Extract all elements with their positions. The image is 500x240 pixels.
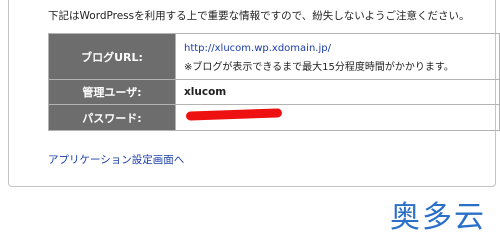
admin-user-label: 管理ユーザ:	[48, 79, 176, 105]
notice-text: 下記はWordPressを利用する上で重要な情報ですので、紛失しないようご注意く…	[48, 10, 470, 22]
table-row-blog-url: ブログURL: http://xlucom.wp.xdomain.jp/ ※ブロ…	[48, 33, 500, 80]
password-redaction-mark	[185, 108, 283, 121]
blog-url-cell: http://xlucom.wp.xdomain.jp/ ※ブログが表示できるま…	[175, 33, 500, 80]
password-label: パスワード:	[48, 104, 176, 131]
blog-url-link[interactable]: http://xlucom.wp.xdomain.jp/	[184, 43, 499, 54]
wordpress-info-table: ブログURL: http://xlucom.wp.xdomain.jp/ ※ブロ…	[48, 33, 500, 131]
watermark-logo: 奥多云	[390, 200, 486, 235]
app-settings-link[interactable]: アプリケーション設定画面へ	[48, 152, 184, 167]
admin-user-cell: xlucom	[175, 79, 500, 105]
table-row-admin-user: 管理ユーザ: xlucom	[48, 79, 500, 105]
password-value-area	[184, 105, 499, 130]
blog-url-label: ブログURL:	[48, 33, 176, 80]
blog-url-note: ※ブログが表示できるまで最大15分程度時間がかかります。	[184, 61, 454, 73]
table-row-password: パスワード:	[48, 104, 500, 131]
password-cell	[175, 104, 500, 131]
admin-user-value: xlucom	[184, 86, 227, 98]
